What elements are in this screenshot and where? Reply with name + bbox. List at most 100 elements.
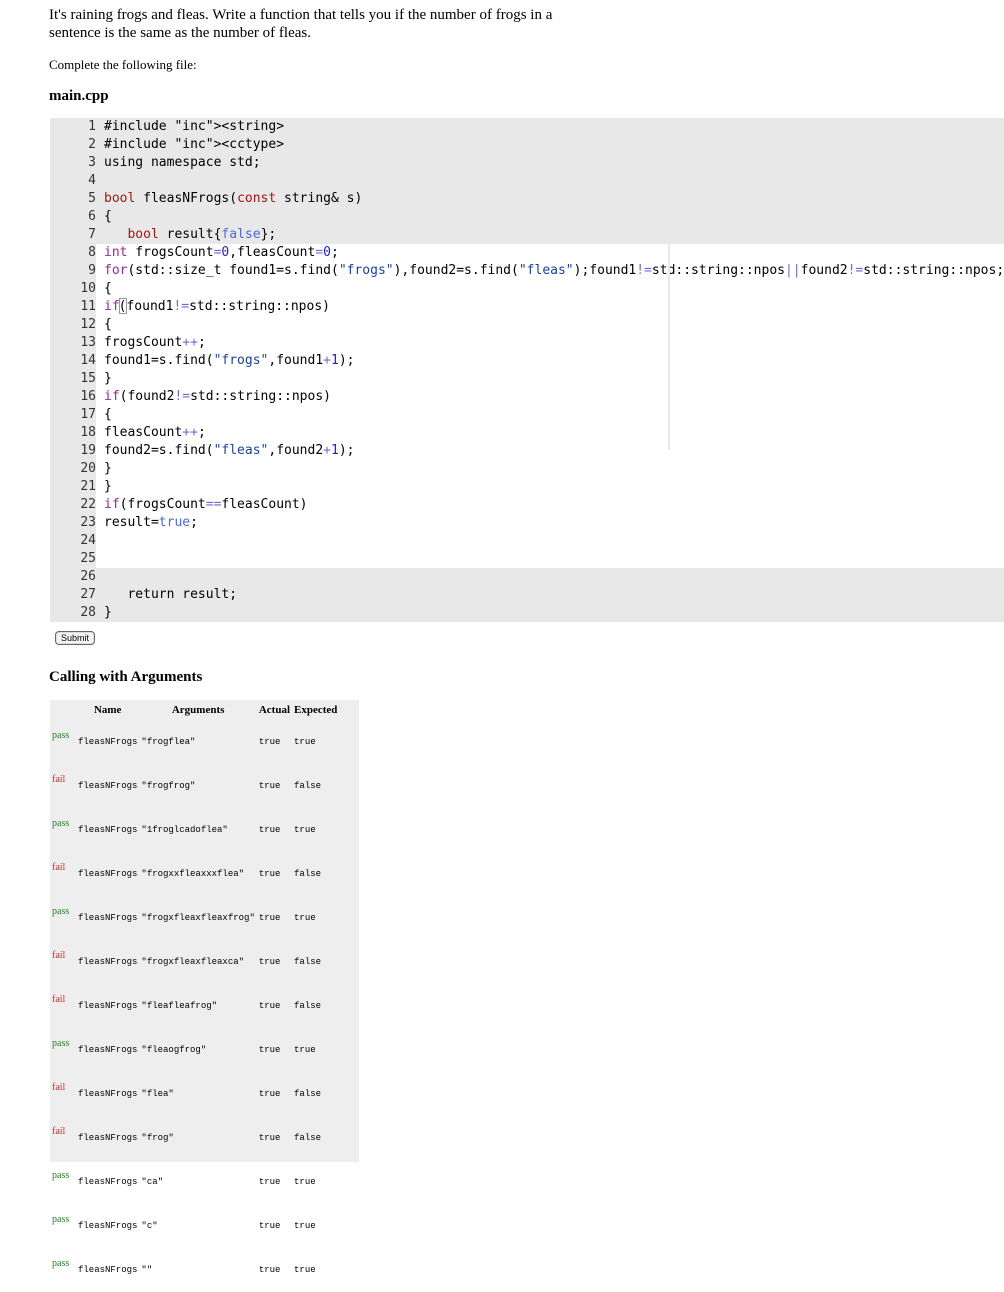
code-text[interactable]: {: [104, 406, 1004, 424]
line-number: 3: [50, 154, 96, 172]
code-line[interactable]: 20}: [50, 460, 1004, 478]
line-number: 19: [50, 442, 96, 460]
result-row: fail fleasNFrogs "frogxfleaxfleaxca" true fa…: [50, 940, 339, 984]
submit-button[interactable]: Submit: [55, 631, 96, 645]
function-name: fleasNFrogs: [78, 869, 138, 879]
actual-value: true: [258, 869, 281, 879]
code-text[interactable]: {: [104, 280, 1004, 298]
status-badge: pass: [52, 1038, 70, 1049]
arguments-value: "c": [141, 1221, 158, 1231]
code-text[interactable]: return result;: [104, 586, 1004, 604]
code-line[interactable]: 25: [50, 550, 1004, 568]
code-line[interactable]: 24: [50, 532, 1004, 550]
code-line[interactable]: 23 result=true;: [50, 514, 1004, 532]
code-text[interactable]: {: [104, 316, 1004, 334]
line-number: 17: [50, 406, 96, 424]
code-line[interactable]: 4: [50, 172, 1004, 190]
code-text[interactable]: if(found1!=std::string::npos): [104, 298, 1004, 316]
code-line[interactable]: 26: [50, 568, 1004, 586]
code-text[interactable]: [104, 550, 1004, 568]
code-text[interactable]: }: [104, 604, 1004, 622]
arguments-value: "frogxfleaxfleaxfrog": [141, 913, 255, 923]
code-text[interactable]: found2=s.find("fleas",found2+1);: [104, 442, 1004, 460]
expected-value: true: [294, 913, 316, 923]
function-name: fleasNFrogs: [78, 957, 138, 967]
status-badge: pass: [52, 1170, 70, 1181]
code-line[interactable]: 19 found2=s.find("fleas",found2+1);: [50, 442, 1004, 460]
code-line[interactable]: 27 return result;: [50, 586, 1004, 604]
text-cursor: [118, 298, 127, 314]
code-text[interactable]: }: [104, 370, 1004, 388]
code-text[interactable]: [104, 172, 1004, 190]
result-row: pass fleasNFrogs "ca" true true: [50, 1160, 339, 1204]
line-number: 10: [50, 280, 96, 298]
result-row: fail fleasNFrogs "frogfrog" true false: [50, 764, 339, 808]
code-text[interactable]: if(frogsCount==fleasCount): [104, 496, 1004, 514]
code-line[interactable]: 13 frogsCount++;: [50, 334, 1004, 352]
code-line[interactable]: 21}: [50, 478, 1004, 496]
arguments-value: "frogxxfleaxxxflea": [141, 869, 245, 879]
function-name: fleasNFrogs: [78, 1001, 138, 1011]
code-line[interactable]: 10 {: [50, 280, 1004, 298]
header-expected: Expected: [294, 704, 338, 716]
code-line[interactable]: 2 #include "inc"><cctype>: [50, 136, 1004, 154]
header-name: Name: [93, 704, 122, 716]
code-line[interactable]: 16 if(found2!=std::string::npos): [50, 388, 1004, 406]
status-badge: fail: [52, 774, 66, 785]
code-line[interactable]: 12 {: [50, 316, 1004, 334]
arguments-value: "fleaogfrog": [141, 1045, 207, 1055]
code-line[interactable]: 17 {: [50, 406, 1004, 424]
code-text[interactable]: result=true;: [104, 514, 1004, 532]
code-text[interactable]: bool fleasNFrogs(const string& s): [104, 190, 1004, 208]
line-number: 21: [50, 478, 96, 496]
problem-statement: It's raining frogs and fleas. Write a fu…: [49, 7, 553, 41]
function-name: fleasNFrogs: [78, 1221, 138, 1231]
actual-value: true: [258, 1133, 281, 1143]
code-line[interactable]: 11 if(found1!=std::string::npos): [50, 298, 1004, 316]
code-line[interactable]: 22 if(frogsCount==fleasCount): [50, 496, 1004, 514]
line-number: 7: [50, 226, 96, 244]
code-text[interactable]: #include "inc"><cctype>: [104, 136, 1004, 154]
code-text[interactable]: fleasCount++;: [104, 424, 1004, 442]
code-text[interactable]: for(std::size_t found1=s.find("frogs"),f…: [104, 262, 1004, 280]
result-row: pass fleasNFrogs "" true true: [50, 1248, 339, 1292]
code-text[interactable]: [104, 568, 1004, 586]
code-line[interactable]: 7 bool result{false};: [50, 226, 1004, 244]
line-number: 4: [50, 172, 96, 190]
code-line[interactable]: 5 bool fleasNFrogs(const string& s): [50, 190, 1004, 208]
code-text[interactable]: {: [104, 208, 1004, 226]
actual-value: true: [258, 1221, 281, 1231]
code-text[interactable]: #include "inc"><string>: [104, 118, 1004, 136]
function-name: fleasNFrogs: [78, 1089, 138, 1099]
code-text[interactable]: using namespace std;: [104, 154, 1004, 172]
code-line[interactable]: 28}: [50, 604, 1004, 622]
print-margin: [668, 126, 670, 450]
code-text[interactable]: }: [104, 478, 1004, 496]
code-text[interactable]: }: [104, 460, 1004, 478]
code-text[interactable]: found1=s.find("frogs",found1+1);: [104, 352, 1004, 370]
code-line[interactable]: 3 using namespace std;: [50, 154, 1004, 172]
code-line[interactable]: 9 for(std::size_t found1=s.find("frogs"),…: [50, 262, 1004, 280]
code-text[interactable]: frogsCount++;: [104, 334, 1004, 352]
code-line[interactable]: 18 fleasCount++;: [50, 424, 1004, 442]
result-row: pass fleasNFrogs "1froglcadoflea" true true: [50, 808, 339, 852]
expected-value: true: [294, 1221, 316, 1231]
code-line[interactable]: 8 int frogsCount=0,fleasCount=0;: [50, 244, 1004, 262]
function-name: fleasNFrogs: [78, 1045, 138, 1055]
code-line[interactable]: 14 found1=s.find("frogs",found1+1);: [50, 352, 1004, 370]
line-number: 28: [50, 604, 96, 622]
code-text[interactable]: bool result{false};: [104, 226, 1004, 244]
function-name: fleasNFrogs: [78, 781, 138, 791]
arguments-value: "frogxfleaxfleaxca": [141, 957, 245, 967]
line-number: 13: [50, 334, 96, 352]
code-text[interactable]: if(found2!=std::string::npos): [104, 388, 1004, 406]
arguments-value: "": [141, 1265, 153, 1275]
code-text[interactable]: int frogsCount=0,fleasCount=0;: [104, 244, 1004, 262]
code-text[interactable]: [104, 532, 1004, 550]
function-name: fleasNFrogs: [78, 1177, 138, 1187]
code-line[interactable]: 1 #include "inc"><string>: [50, 118, 1004, 136]
code-line[interactable]: 6{: [50, 208, 1004, 226]
line-number: 27: [50, 586, 96, 604]
code-line[interactable]: 15}: [50, 370, 1004, 388]
code-editor[interactable]: 1 #include "inc"><string> 2 #include "inc">…: [50, 118, 1004, 624]
